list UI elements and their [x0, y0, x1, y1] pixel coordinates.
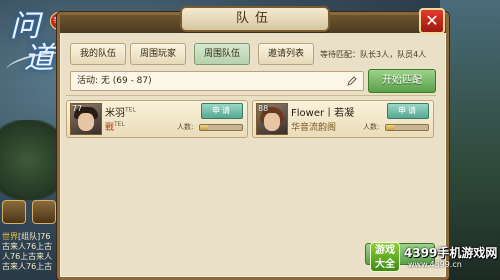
- chat-line: 古来人76上古: [2, 262, 53, 271]
- team-card[interactable]: 88 Flower丨若凝 华音流韵阁 申请 人数:: [252, 100, 434, 138]
- member-count-bar: [199, 124, 243, 131]
- watermark: 游戏大全 4399手机游戏网 www.4399.cn: [368, 240, 500, 280]
- leader-name: Flower丨若凝: [291, 108, 355, 119]
- chat-panel[interactable]: 世界[组队]76 古来人76上古 人76上古来人 古来人76上古: [2, 232, 62, 272]
- team-guild-name: 华音流韵阁: [291, 123, 337, 133]
- watermark-url: www.4399.cn: [408, 260, 462, 269]
- tab-invite-list[interactable]: 邀请列表: [258, 43, 314, 65]
- side-menu-icon[interactable]: [2, 200, 26, 224]
- activity-selector[interactable]: 活动: 无 (69 - 87): [70, 71, 364, 91]
- tab-nearby-players[interactable]: 周围玩家: [130, 43, 186, 65]
- member-count-label: 人数:: [177, 123, 194, 131]
- apply-button[interactable]: 申请: [201, 103, 243, 119]
- leader-avatar: 88: [256, 103, 288, 135]
- watermark-logo: 游戏大全: [370, 242, 400, 272]
- leader-level: 77: [72, 104, 83, 113]
- background-scenery-right: [440, 0, 500, 280]
- pencil-icon[interactable]: [347, 76, 357, 86]
- leader-name: 米羽TEL: [105, 106, 136, 119]
- member-count-label: 人数:: [363, 123, 380, 131]
- member-count-fill: [200, 125, 209, 130]
- team-card[interactable]: 77 米羽TEL 戰TEL 申请 人数:: [66, 100, 248, 138]
- member-count-bar: [385, 124, 429, 131]
- logo-char-1: 问: [10, 9, 40, 44]
- team-guild-name: 戰TEL: [105, 121, 125, 133]
- chat-line: 古来人76上古: [2, 242, 53, 251]
- panel-title: 队伍: [180, 6, 330, 32]
- start-matching-button[interactable]: 开始匹配: [368, 69, 436, 93]
- close-button[interactable]: ✕: [419, 8, 445, 34]
- matching-wait-info: 等待匹配：队长3人，队员4人: [320, 50, 427, 59]
- activity-label: 活动: 无 (69 - 87): [77, 76, 152, 86]
- apply-button[interactable]: 申请: [387, 103, 429, 119]
- chat-line: 人76上古来人: [2, 252, 53, 261]
- leader-avatar: 77: [70, 103, 102, 135]
- side-bag-icon[interactable]: [32, 200, 56, 224]
- leader-level: 88: [258, 104, 269, 113]
- chat-line: 世界[组队]76: [2, 232, 51, 241]
- member-count-fill: [386, 125, 395, 130]
- tab-nearby-teams[interactable]: 周围队伍: [194, 43, 250, 65]
- tab-my-team[interactable]: 我的队伍: [70, 43, 126, 65]
- watermark-title: 4399手机游戏网: [404, 246, 498, 260]
